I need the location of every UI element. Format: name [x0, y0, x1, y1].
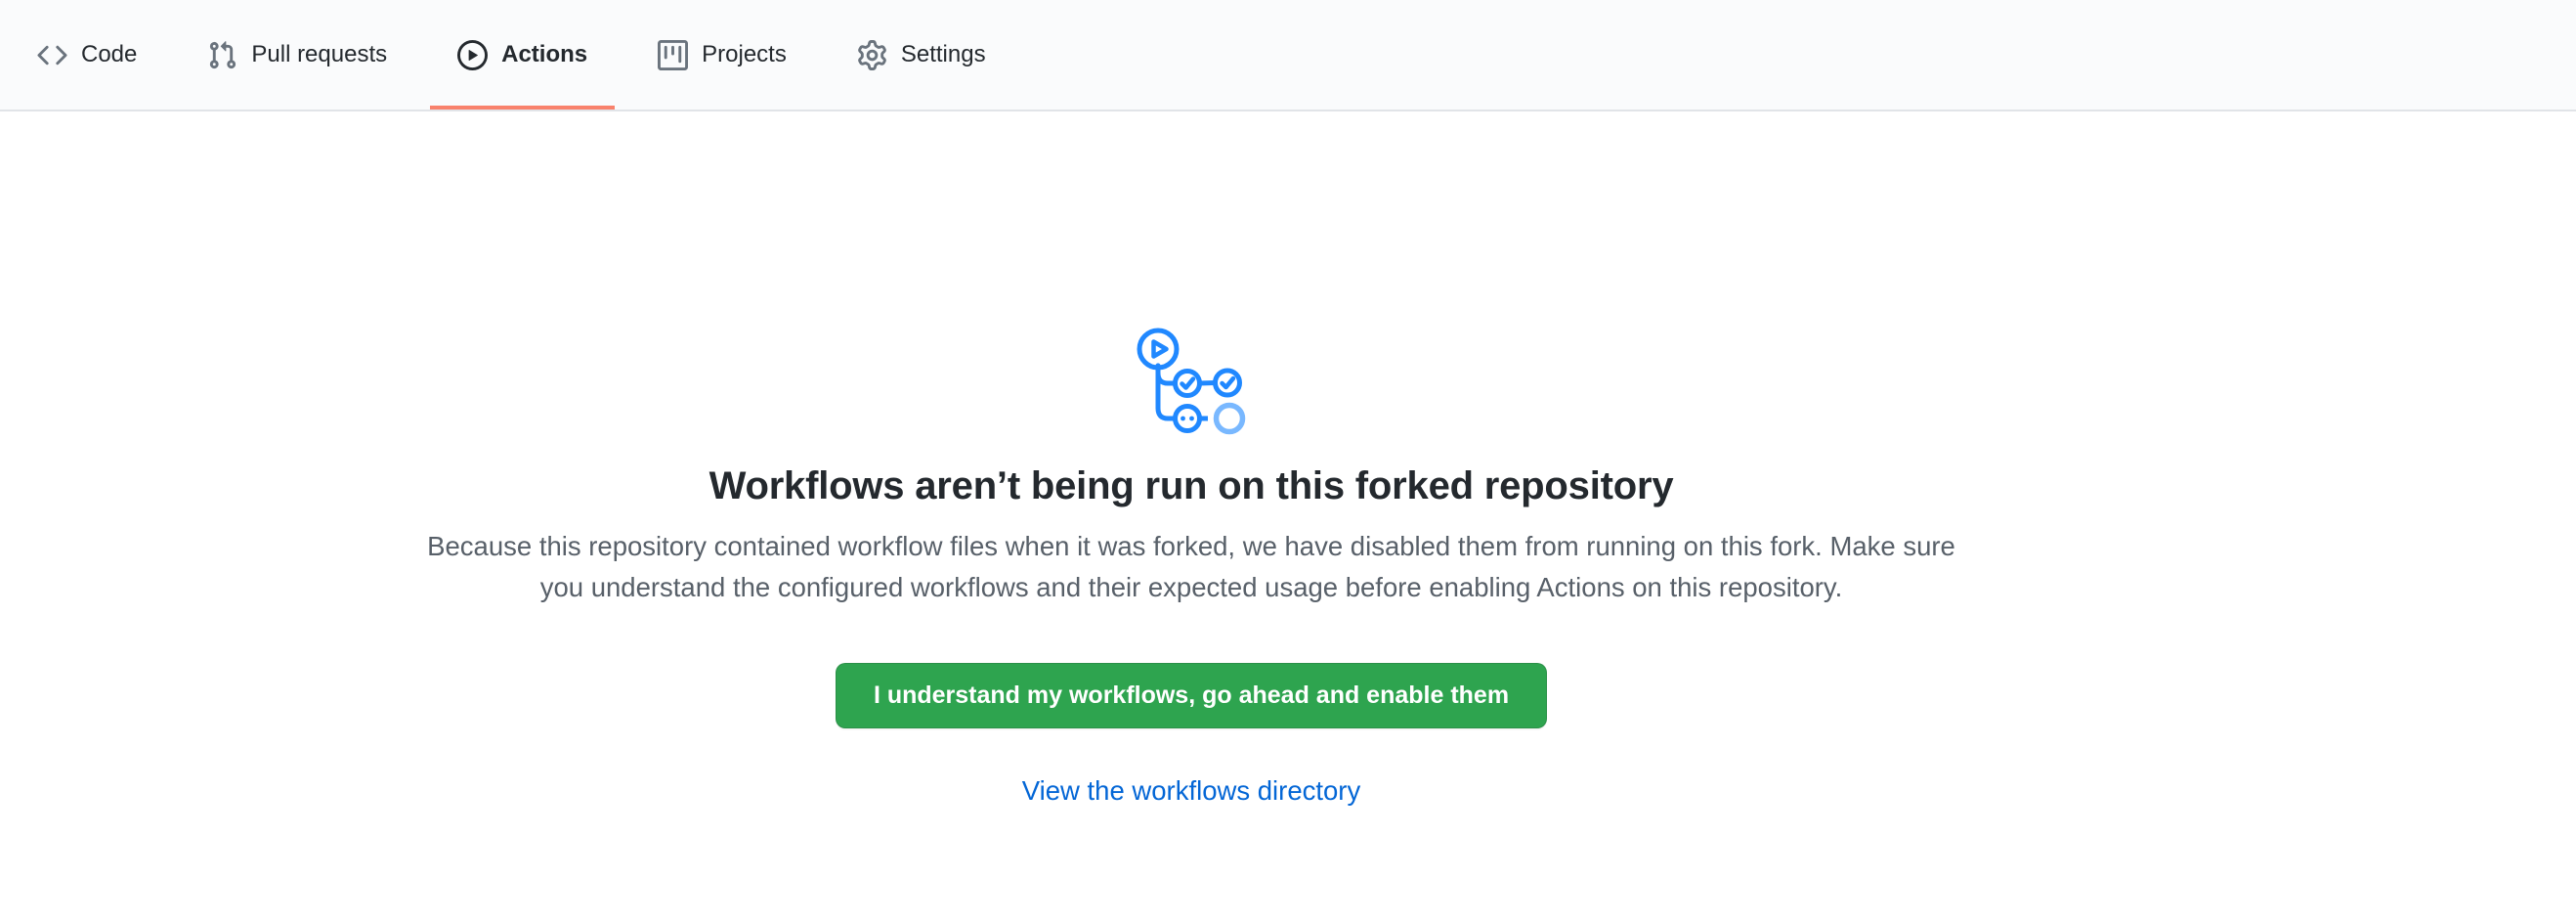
project-icon [658, 40, 688, 70]
actions-blankslate: Workflows aren’t being run on this forke… [0, 111, 2383, 807]
gear-icon [857, 40, 887, 70]
tab-label: Pull requests [251, 43, 387, 66]
tab-actions[interactable]: Actions [430, 0, 615, 110]
tab-label: Actions [501, 43, 587, 66]
tab-pull-requests[interactable]: Pull requests [180, 0, 414, 110]
page-title: Workflows aren’t being run on this forke… [709, 464, 1674, 508]
tab-code[interactable]: Code [10, 0, 164, 110]
enable-workflows-button[interactable]: I understand my workflows, go ahead and … [836, 663, 1547, 728]
tab-label: Code [81, 43, 137, 66]
code-icon [37, 40, 67, 70]
tab-settings[interactable]: Settings [830, 0, 1013, 110]
blankslate-description: Because this repository contained workfl… [405, 526, 1978, 608]
tab-label: Projects [702, 43, 787, 66]
actions-workflow-icon [1137, 327, 1246, 435]
repo-tab-nav: Code Pull requests Actions Projects Sett… [0, 0, 2576, 111]
tab-label: Settings [901, 43, 986, 66]
tab-projects[interactable]: Projects [630, 0, 814, 110]
play-icon [457, 40, 488, 70]
view-workflows-directory-link[interactable]: View the workflows directory [1022, 775, 1360, 807]
git-pull-request-icon [207, 40, 237, 70]
